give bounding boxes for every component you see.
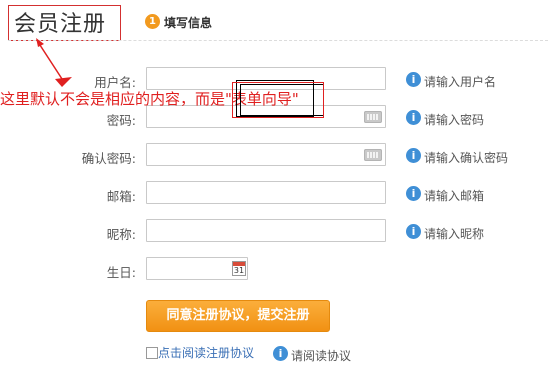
- keyboard-icon[interactable]: [364, 111, 382, 123]
- step-label: 填写信息: [164, 16, 213, 30]
- password-label: 密码:: [106, 113, 136, 128]
- agreement-link[interactable]: 点击阅读注册协议: [158, 344, 254, 361]
- info-icon: i: [406, 148, 421, 163]
- nickname-hint: 请输入昵称: [424, 227, 485, 241]
- step-number-badge: 1: [145, 14, 160, 29]
- annotation-box: [232, 82, 324, 118]
- annotation-arrow: [36, 38, 72, 87]
- username-hint: 请输入用户名: [424, 75, 497, 89]
- email-label: 邮箱:: [106, 189, 136, 204]
- email-input[interactable]: [146, 181, 386, 204]
- agree-checkbox[interactable]: [146, 347, 158, 359]
- agreement-hint: 请阅读协议: [291, 349, 352, 363]
- keyboard-icon[interactable]: [364, 149, 382, 161]
- nickname-label: 昵称:: [106, 227, 136, 242]
- confirm-password-hint: 请输入确认密码: [424, 151, 509, 165]
- calendar-day: 31: [233, 266, 245, 275]
- calendar-icon[interactable]: 31: [232, 261, 246, 276]
- confirm-password-input[interactable]: [146, 143, 386, 166]
- info-icon: i: [406, 110, 421, 125]
- info-icon: i: [406, 186, 421, 201]
- birthday-label: 生日:: [106, 265, 136, 280]
- info-icon: i: [406, 224, 421, 239]
- confirm-password-label: 确认密码:: [81, 151, 136, 166]
- email-hint: 请输入邮箱: [424, 189, 485, 203]
- submit-register-button[interactable]: 同意注册协议，提交注册: [146, 300, 330, 332]
- nickname-input[interactable]: [146, 219, 386, 242]
- info-icon: i: [406, 72, 421, 87]
- info-icon: i: [273, 346, 288, 361]
- password-hint: 请输入密码: [424, 113, 485, 127]
